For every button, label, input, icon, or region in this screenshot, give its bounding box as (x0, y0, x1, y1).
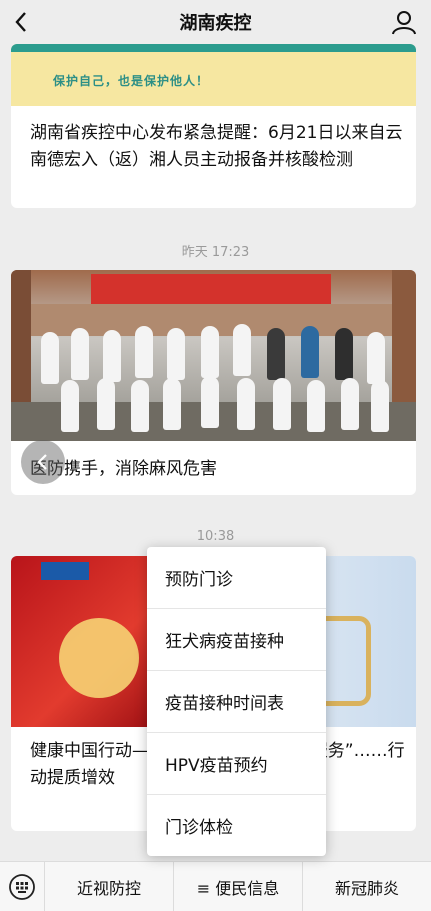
banner-stripe (11, 44, 416, 52)
menu-tab-covid[interactable]: 新冠肺炎 (303, 862, 431, 911)
menu-item-vaccine-schedule[interactable]: 疫苗接种时间表 (147, 671, 326, 733)
menu-item-rabies-vaccine[interactable]: 狂犬病疫苗接种 (147, 609, 326, 671)
menu-item-prevention-clinic[interactable]: 预防门诊 (147, 547, 326, 609)
article-banner-image: 保护自己，也是保护他人！ (11, 44, 416, 106)
menu-tab-myopia[interactable]: 近视防控 (45, 862, 174, 911)
article-headline: 湖南省疾控中心发布紧急提醒：6月21日以来自云南德宏入（返）湘人员主动报备并核酸… (30, 123, 403, 170)
user-profile-icon[interactable] (391, 9, 417, 35)
message-timestamp: 10:38 (196, 529, 235, 544)
top-bar: 湖南疾控 (0, 0, 431, 44)
keyboard-icon[interactable] (0, 862, 45, 911)
back-icon[interactable] (6, 6, 36, 38)
menu-item-hpv-appointment[interactable]: HPV疫苗预约 (147, 733, 326, 795)
news-logo (41, 562, 89, 580)
message-timestamp: 昨天 17:23 (181, 245, 250, 260)
submenu-popup: 预防门诊 狂犬病疫苗接种 疫苗接种时间表 HPV疫苗预约 门诊体检 (147, 547, 326, 856)
menu-item-checkup[interactable]: 门诊体检 (147, 795, 326, 856)
bottom-menu-bar: 近视防控 ≡ 便民信息 新冠肺炎 (0, 861, 431, 911)
banner-slogan: 保护自己，也是保护他人！ (53, 74, 210, 88)
collapse-menu-icon[interactable] (21, 440, 65, 484)
article-photo (11, 270, 416, 441)
menu-tab-public-info[interactable]: ≡ 便民信息 (174, 862, 303, 911)
article-card[interactable]: 保护自己，也是保护他人！ 湖南省疾控中心发布紧急提醒：6月21日以来自云南德宏入… (11, 44, 416, 208)
healthy-china-logo (59, 618, 139, 698)
article-card[interactable]: 医防携手，消除麻风危害 (11, 270, 416, 495)
photo-banner (91, 274, 331, 304)
page-title: 湖南疾控 (179, 13, 252, 34)
